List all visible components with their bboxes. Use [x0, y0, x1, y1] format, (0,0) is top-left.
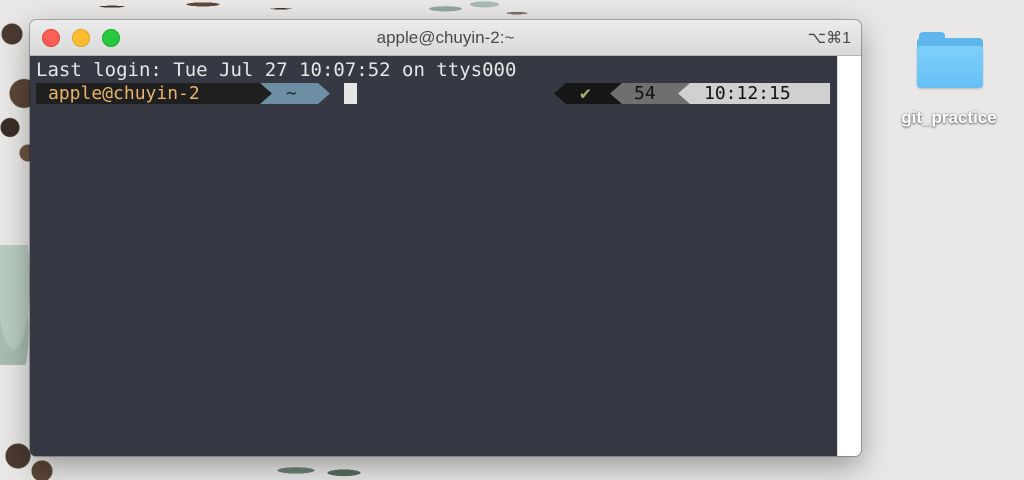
wallpaper-succulent-left	[0, 245, 34, 365]
prompt-line: apple@chuyin-2 ~ ✔ 54 10:12:15	[36, 83, 832, 104]
wallpaper-soil-top	[60, 0, 320, 22]
prompt-user-host: apple@chuyin-2	[36, 83, 272, 104]
last-login-line: Last login: Tue Jul 27 10:07:52 on ttys0…	[36, 59, 517, 81]
window-shortcut: ⌥⌘1	[807, 30, 851, 47]
scrollbar-track[interactable]	[837, 56, 861, 456]
folder-label[interactable]: git_practice	[890, 108, 1008, 128]
window-title: apple@chuyin-2:~	[376, 28, 515, 47]
terminal-window[interactable]: apple@chuyin-2:~ ⌥⌘1 Last login: Tue Jul…	[30, 20, 861, 456]
prompt-time: 10:12:15	[678, 83, 830, 104]
wallpaper-succulent-top	[400, 0, 530, 22]
wallpaper-succulent-bottom	[260, 456, 380, 480]
terminal-content[interactable]: Last login: Tue Jul 27 10:07:52 on ttys0…	[30, 56, 838, 456]
folder-icon[interactable]	[915, 30, 983, 88]
title-bar[interactable]: apple@chuyin-2:~ ⌥⌘1	[30, 20, 861, 56]
text-cursor	[344, 83, 357, 104]
desktop-folder-git-practice[interactable]: git_practice	[890, 30, 1008, 128]
